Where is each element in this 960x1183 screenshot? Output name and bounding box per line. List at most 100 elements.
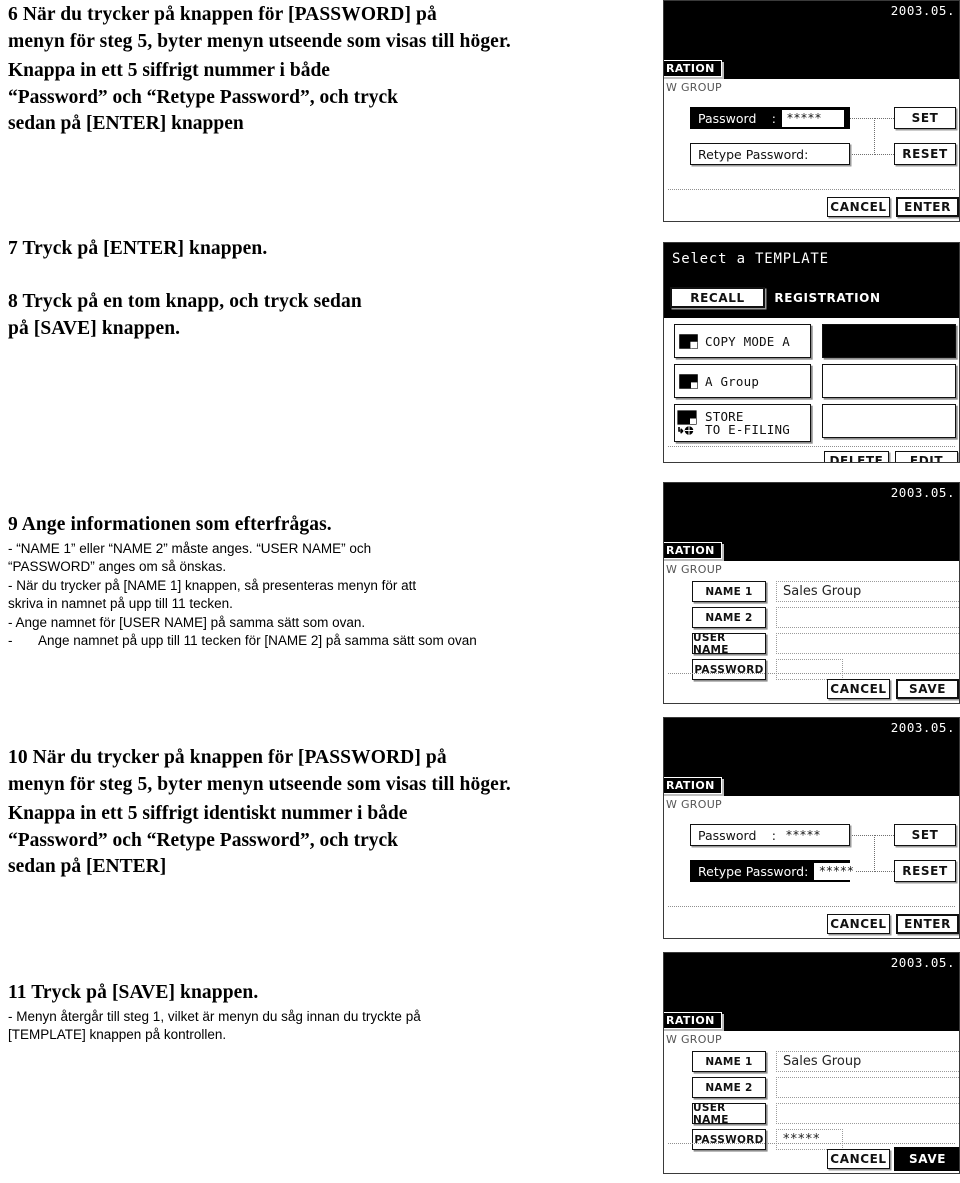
connector-line-top xyxy=(849,835,875,836)
name1-button[interactable]: NAME 1 xyxy=(692,581,766,602)
name2-button[interactable]: NAME 2 xyxy=(692,1077,766,1098)
retype-password-field-label: Retype Password xyxy=(698,146,805,162)
cancel-button[interactable]: CANCEL xyxy=(827,679,890,699)
tab-registration[interactable]: RATION xyxy=(664,60,722,77)
template-entry-copy-mode-a[interactable]: COPY MODE A xyxy=(674,324,811,358)
connector-line-to-reset xyxy=(874,154,894,155)
step-9-body-line-6: - Ange namnet på upp till 11 tecken för … xyxy=(8,633,477,649)
password-field-row[interactable]: Password : ***** xyxy=(690,824,850,846)
template-title: Select a TEMPLATE xyxy=(672,251,829,267)
name2-value[interactable] xyxy=(776,607,959,628)
username-row[interactable]: USER NAME xyxy=(692,632,959,656)
password-field-row[interactable]: Password : ***** xyxy=(690,107,850,129)
step-10-block: 10 När du trycker på knappen för [PASSWO… xyxy=(8,745,511,881)
connector-line-vertical xyxy=(874,118,875,155)
reset-button[interactable]: RESET xyxy=(894,143,956,165)
footer-separator xyxy=(668,189,955,190)
password-button[interactable]: PASSWORD xyxy=(692,1129,766,1150)
lcd-panel-password-1[interactable]: 2003.05. RATION W GROUP Password : *****… xyxy=(663,0,960,222)
lcd-panel-names-1[interactable]: 2003.05. RATION W GROUP NAME 1 Sales Gro… xyxy=(663,482,960,704)
password-button[interactable]: PASSWORD xyxy=(692,659,766,680)
step-10-heading-line-1: 10 När du trycker på knappen för [PASSWO… xyxy=(8,747,447,768)
password-field-label: Password xyxy=(698,827,757,843)
cancel-button[interactable]: CANCEL xyxy=(827,914,890,934)
username-value[interactable] xyxy=(776,633,959,654)
lcd-content: W GROUP Password : ***** Retype Password… xyxy=(664,79,959,221)
template-entry-a-group[interactable]: A Group xyxy=(674,364,811,398)
template-icon-glyph xyxy=(678,333,698,349)
tab-registration[interactable]: REGISTRATION xyxy=(772,285,883,310)
date-display: 2003.05. xyxy=(890,720,955,735)
step-11-body-line-1: - Menyn återgår till steg 1, vilket är m… xyxy=(8,1008,421,1024)
name2-row[interactable]: NAME 2 xyxy=(692,1077,959,1098)
template-entry-empty-3[interactable] xyxy=(822,404,956,438)
footer-separator-names-1 xyxy=(668,673,955,674)
group-label: W GROUP xyxy=(666,1033,722,1046)
group-label: W GROUP xyxy=(666,81,722,94)
save-button[interactable]: SAVE xyxy=(896,679,959,699)
lcd-panel-names-2[interactable]: 2003.05. RATION W GROUP NAME 1 Sales Gro… xyxy=(663,952,960,1174)
lcd-header-bar-names-2: 2003.05. RATION xyxy=(664,953,959,1031)
password-row[interactable]: PASSWORD xyxy=(692,659,843,680)
template-entry-label-multiline: STORE TO E-FILING xyxy=(701,410,790,436)
reset-button[interactable]: RESET xyxy=(894,860,956,882)
connector-line-vertical xyxy=(874,835,875,872)
connector-line-top xyxy=(849,118,875,119)
set-button[interactable]: SET xyxy=(894,824,956,846)
step-9-body-line-2: “PASSWORD” anges om så önskas. xyxy=(8,559,227,575)
template-icon xyxy=(675,333,701,349)
password-row[interactable]: PASSWORD ***** xyxy=(692,1129,843,1150)
delete-button[interactable]: DELETE xyxy=(824,451,889,462)
template-entry-empty-2[interactable] xyxy=(822,364,956,398)
set-button[interactable]: SET xyxy=(894,107,956,129)
password-field-value: ***** xyxy=(786,828,821,842)
tab-recall[interactable]: RECALL xyxy=(670,287,765,308)
name2-row[interactable]: NAME 2 xyxy=(692,607,959,628)
lcd-panel-password-2[interactable]: 2003.05. RATION W GROUP Password : *****… xyxy=(663,717,960,939)
name1-button[interactable]: NAME 1 xyxy=(692,1051,766,1072)
lcd-content-names-2: W GROUP NAME 1 Sales Group NAME 2 USER N… xyxy=(664,1031,959,1173)
password-value[interactable] xyxy=(776,659,843,680)
step-8-heading-line-2: på [SAVE] knappen. xyxy=(8,317,181,339)
name1-row[interactable]: NAME 1 Sales Group xyxy=(692,581,959,602)
step-6-body-line-1: Knappa in ett 5 siffrigt nummer i både xyxy=(8,60,330,81)
username-button[interactable]: USER NAME xyxy=(692,632,766,656)
step-10-body-line-3: sedan på [ENTER] xyxy=(8,856,167,877)
name2-value[interactable] xyxy=(776,1077,959,1098)
step-10-body-line-2: “Password” och “Retype Password”, och tr… xyxy=(8,829,398,851)
group-label: W GROUP xyxy=(666,563,722,576)
enter-button[interactable]: ENTER xyxy=(896,197,959,217)
username-button[interactable]: USER NAME xyxy=(692,1102,766,1126)
name1-value[interactable]: Sales Group xyxy=(776,1051,959,1072)
retype-password-field-row[interactable]: Retype Password : ***** xyxy=(690,860,856,882)
tab-registration[interactable]: RATION xyxy=(664,542,722,559)
cancel-button[interactable]: CANCEL xyxy=(827,1149,890,1169)
template-entry-empty-selected[interactable] xyxy=(822,324,956,358)
username-row[interactable]: USER NAME xyxy=(692,1102,959,1126)
step-8-block: 8 Tryck på en tom knapp, och tryck sedan… xyxy=(8,289,362,342)
lcd-panel-template[interactable]: Select a TEMPLATE RECALL REGISTRATION CO… xyxy=(663,242,960,463)
edit-button[interactable]: EDIT xyxy=(895,451,958,462)
step-10-heading-line-2: menyn för steg 5, byter menyn utseende s… xyxy=(8,773,511,795)
tab-registration[interactable]: RATION xyxy=(664,777,722,794)
password-colon: : xyxy=(771,110,776,126)
template-entry-store-to-efiling[interactable]: STORE TO E-FILING xyxy=(674,404,811,442)
retype-password-field-row[interactable]: Retype Password : xyxy=(690,143,850,165)
step-10-body-line-1: Knappa in ett 5 siffrigt identiskt numme… xyxy=(8,803,408,824)
username-value[interactable] xyxy=(776,1103,959,1124)
lcd-header-bar-template: Select a TEMPLATE RECALL REGISTRATION xyxy=(664,243,959,318)
enter-button[interactable]: ENTER xyxy=(896,914,959,934)
save-button[interactable]: SAVE xyxy=(894,1147,959,1171)
tab-registration[interactable]: RATION xyxy=(664,1012,722,1029)
step-11-heading: 11 Tryck på [SAVE] knappen. xyxy=(8,982,259,1003)
step-9-body-line-3: - När du trycker på [NAME 1] knappen, så… xyxy=(8,577,417,593)
lcd-content-template: COPY MODE A A Group STORE TO E-FILING DE… xyxy=(664,318,959,462)
cancel-button[interactable]: CANCEL xyxy=(827,197,890,217)
name2-button[interactable]: NAME 2 xyxy=(692,607,766,628)
name1-row[interactable]: NAME 1 Sales Group xyxy=(692,1051,959,1072)
name1-value[interactable]: Sales Group xyxy=(776,581,959,602)
template-efiling-icon xyxy=(675,410,701,436)
password-value[interactable]: ***** xyxy=(776,1129,843,1150)
step-9-body-line-1: - “NAME 1” eller “NAME 2” måste anges. “… xyxy=(8,540,372,556)
step-7-heading: 7 Tryck på [ENTER] knappen. xyxy=(8,238,268,259)
